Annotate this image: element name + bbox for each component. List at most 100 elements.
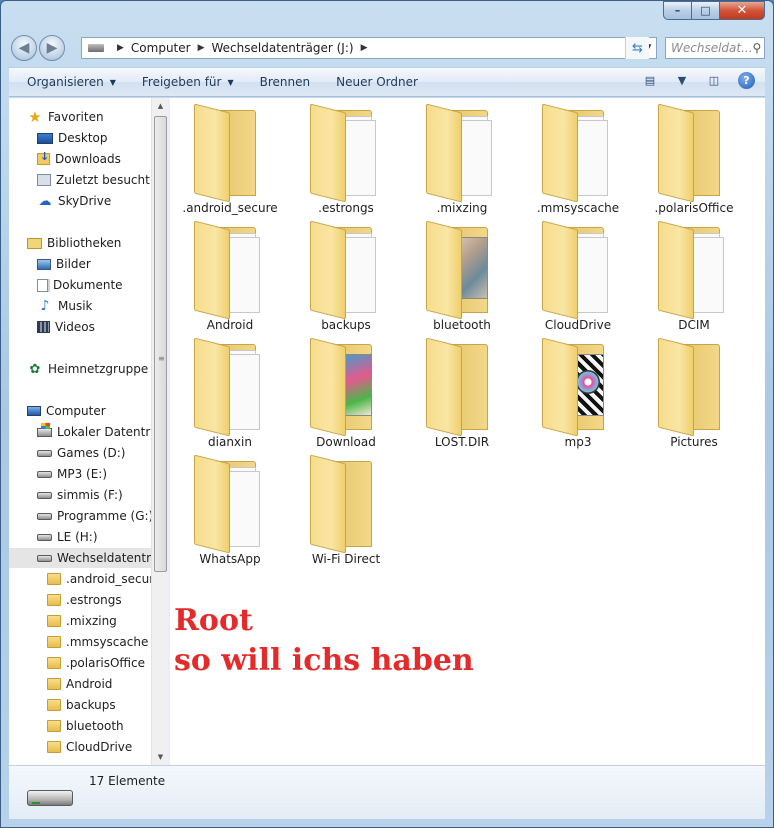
new-folder-button[interactable]: Neuer Ordner (336, 75, 418, 89)
folder-icon (658, 337, 730, 437)
maximize-button[interactable]: □ (691, 1, 719, 20)
folder-tile[interactable]: LOST.DIR (412, 336, 512, 449)
change-view-icon[interactable]: ▤ (642, 73, 658, 89)
folder-tile[interactable]: DCIM (644, 219, 744, 332)
nav-item-label: .polarisOffice (66, 656, 146, 670)
nav-item-label: SkyDrive (58, 194, 112, 208)
nav-library-item[interactable]: ♪ Musik (9, 296, 151, 316)
breadcrumb-drive[interactable]: Wechseldatenträger (J:) (212, 41, 354, 55)
nav-drive-item[interactable]: simmis (F:) (9, 485, 151, 505)
nav-drive-item[interactable]: Wechseldatenträ (9, 548, 151, 568)
back-button[interactable]: ◀ (11, 35, 37, 61)
breadcrumb-separator-icon[interactable]: ▶ (198, 43, 205, 53)
folder-tile[interactable]: bluetooth (412, 219, 512, 332)
nav-subfolder-item[interactable]: .android_secure (9, 569, 151, 589)
nav-drive-item[interactable]: Lokaler Datenträg (9, 422, 151, 442)
address-bar[interactable]: ▶ Computer ▶ Wechseldatenträger (J:) ▶ ▼ (81, 37, 657, 59)
nav-favorite-item[interactable]: ☁ SkyDrive (9, 191, 151, 211)
nav-item-label: Desktop (58, 131, 108, 145)
view-options-chevron-icon[interactable]: ▼ (674, 73, 690, 89)
scroll-down-icon[interactable]: ▼ (152, 749, 169, 765)
arrow-left-icon: ◀ (18, 40, 30, 56)
folder-tile[interactable]: .estrongs (296, 102, 396, 215)
grip-icon: ≡ (158, 354, 165, 363)
nav-computer[interactable]: Computer (9, 401, 151, 421)
nav-library-item[interactable]: Videos (9, 317, 151, 337)
breadcrumb-computer[interactable]: Computer (131, 41, 191, 55)
folder-tile[interactable]: .mmsyscache (528, 102, 628, 215)
nav-drive-item[interactable]: MP3 (E:) (9, 464, 151, 484)
nav-subfolder-item[interactable]: .polarisOffice (9, 653, 151, 673)
folder-tile[interactable]: .mixzing (412, 102, 512, 215)
preview-pane-icon[interactable]: ◫ (706, 73, 722, 89)
nav-favorite-item[interactable]: Zuletzt besucht (9, 170, 151, 190)
nav-subfolder-item[interactable]: backups (9, 695, 151, 715)
nav-subfolder-item[interactable]: .mixzing (9, 611, 151, 631)
burn-button[interactable]: Brennen (260, 75, 310, 89)
folder-name: mp3 (564, 435, 592, 449)
cloud-icon: ☁ (38, 193, 52, 209)
nav-item-label: Games (D:) (57, 446, 126, 460)
organize-menu-button[interactable]: Organisieren ▼ (27, 75, 116, 89)
annotation-line-1: Root (174, 603, 253, 638)
scroll-thumb[interactable]: ≡ (154, 116, 167, 572)
forward-button[interactable]: ▶ (39, 35, 65, 61)
scroll-up-icon[interactable]: ▲ (152, 98, 169, 114)
folder-icon (542, 103, 614, 203)
folder-tile[interactable]: Download (296, 336, 396, 449)
nav-subfolder-item[interactable]: bluetooth (9, 716, 151, 736)
share-label: Freigeben für (141, 75, 222, 89)
nav-library-item[interactable]: Bilder (9, 254, 151, 274)
folder-tile[interactable]: Wi-Fi Direct (296, 453, 396, 566)
folder-icon (194, 454, 266, 554)
nav-library-item[interactable]: Dokumente (9, 275, 151, 295)
nav-drive-item[interactable]: Programme (G:) (9, 506, 151, 526)
nav-homegroup[interactable]: ✿ Heimnetzgruppe (9, 359, 151, 379)
refresh-button[interactable]: ⇆ (625, 37, 649, 59)
folder-name: Wi-Fi Direct (311, 552, 381, 566)
music-note-icon: ♪ (40, 298, 50, 314)
search-input[interactable]: Wechseldat... ⚲ (665, 37, 765, 59)
folder-icon (426, 220, 498, 320)
folder-tile[interactable]: WhatsApp (180, 453, 280, 566)
nav-subfolder-item[interactable]: CloudDrive (9, 737, 151, 757)
nav-item-label: backups (66, 698, 116, 712)
folder-tile[interactable]: .android_secure (180, 102, 280, 215)
navigation-scrollbar[interactable]: ▲ ≡ ▼ (151, 98, 168, 765)
nav-subfolder-item[interactable]: Android (9, 674, 151, 694)
folder-icon (194, 103, 266, 203)
minimize-button[interactable]: – (663, 1, 691, 20)
folder-tile[interactable]: mp3 (528, 336, 628, 449)
nav-item-label: CloudDrive (66, 740, 133, 754)
drive-icon (37, 554, 52, 562)
folder-tile[interactable]: Pictures (644, 336, 744, 449)
folder-tile[interactable]: CloudDrive (528, 219, 628, 332)
folder-tile[interactable]: .polarisOffice (644, 102, 744, 215)
explorer-window: – □ ✕ ◀ ▶ ▶ Computer ▶ Wechseldatenträge… (0, 0, 774, 828)
nav-item-label: Zuletzt besucht (56, 173, 150, 187)
search-icon[interactable]: ⚲ (753, 41, 762, 55)
nav-drive-item[interactable]: Games (D:) (9, 443, 151, 463)
share-with-menu-button[interactable]: Freigeben für ▼ (142, 75, 234, 89)
breadcrumb-separator-icon[interactable]: ▶ (361, 43, 368, 53)
navigation-pane[interactable]: ★ Favoriten Desktop Downloads Zuletzt besuch… (9, 98, 151, 765)
breadcrumb-separator-icon[interactable]: ▶ (117, 43, 124, 53)
close-button[interactable]: ✕ (719, 1, 765, 20)
folder-tile[interactable]: backups (296, 219, 396, 332)
nav-favorites[interactable]: ★ Favoriten (9, 107, 151, 127)
nav-favorite-item[interactable]: Desktop (9, 128, 151, 148)
nav-libraries[interactable]: Bibliotheken (9, 233, 151, 253)
nav-subfolder-item[interactable]: .mmsyscache (9, 632, 151, 652)
nav-favorite-item[interactable]: Downloads (9, 149, 151, 169)
title-bar[interactable]: – □ ✕ (1, 1, 773, 31)
nav-subfolder-item[interactable]: .estrongs (9, 590, 151, 610)
nav-drive-item[interactable]: LE (H:) (9, 527, 151, 547)
drive-icon (37, 470, 52, 478)
folder-tile[interactable]: dianxin (180, 336, 280, 449)
folder-icon (47, 615, 61, 627)
caption-buttons: – □ ✕ (663, 1, 765, 20)
chevron-down-icon: ▼ (109, 77, 116, 87)
search-placeholder: Wechseldat... (671, 41, 753, 55)
folder-tile[interactable]: Android (180, 219, 280, 332)
help-icon[interactable]: ? (738, 72, 755, 89)
